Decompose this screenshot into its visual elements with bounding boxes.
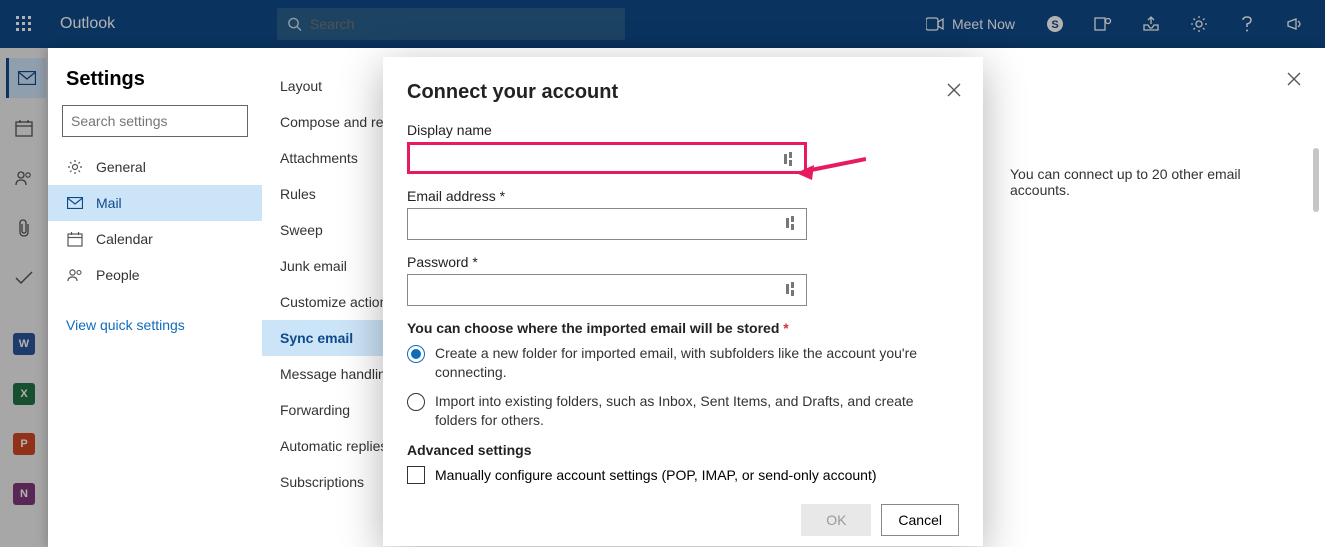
advanced-section-label: Advanced settings bbox=[407, 442, 959, 458]
autofill-icon[interactable] bbox=[786, 282, 798, 296]
view-quick-settings-link[interactable]: View quick settings bbox=[48, 303, 203, 347]
settings-close-button[interactable] bbox=[1287, 72, 1301, 86]
settings-scrollbar-thumb[interactable] bbox=[1313, 148, 1319, 212]
display-name-label: Display name bbox=[407, 122, 959, 138]
checkbox-manual-config[interactable]: Manually configure account settings (POP… bbox=[407, 466, 959, 484]
password-label: Password * bbox=[407, 254, 959, 270]
cancel-button[interactable]: Cancel bbox=[881, 504, 959, 536]
radio-icon bbox=[407, 393, 425, 411]
radio-create-new-folder[interactable]: Create a new folder for imported email, … bbox=[407, 344, 959, 382]
settings-cat-label: Calendar bbox=[96, 231, 153, 247]
settings-search-input[interactable] bbox=[71, 113, 252, 129]
close-icon bbox=[1287, 72, 1301, 86]
settings-categories-column: Settings General Mail Calendar People Vi… bbox=[48, 48, 262, 547]
calendar-icon bbox=[67, 231, 83, 247]
settings-cat-people[interactable]: People bbox=[48, 257, 262, 293]
connect-account-dialog: Connect your account Display name Email … bbox=[383, 57, 983, 546]
settings-cat-general[interactable]: General bbox=[48, 149, 262, 185]
email-input[interactable] bbox=[414, 216, 800, 232]
ok-button[interactable]: OK bbox=[801, 504, 871, 536]
radio-label: Create a new folder for imported email, … bbox=[435, 344, 959, 382]
settings-cat-label: People bbox=[96, 267, 140, 283]
settings-title: Settings bbox=[48, 68, 262, 105]
annotation-arrow bbox=[796, 153, 866, 183]
password-field-wrapper bbox=[407, 274, 807, 306]
display-name-input[interactable] bbox=[416, 150, 798, 166]
settings-search[interactable] bbox=[62, 105, 248, 137]
checkbox-icon bbox=[407, 466, 425, 484]
email-label: Email address * bbox=[407, 188, 959, 204]
radio-label: Import into existing folders, such as In… bbox=[435, 392, 959, 430]
settings-cat-mail[interactable]: Mail bbox=[48, 185, 262, 221]
radio-import-existing[interactable]: Import into existing folders, such as In… bbox=[407, 392, 959, 430]
storage-section-label: You can choose where the imported email … bbox=[407, 320, 959, 336]
mail-icon bbox=[67, 197, 83, 209]
required-asterisk: * bbox=[783, 320, 788, 336]
email-field-wrapper bbox=[407, 208, 807, 240]
autofill-icon[interactable] bbox=[786, 216, 798, 230]
gear-icon bbox=[67, 159, 83, 175]
close-icon bbox=[947, 83, 961, 97]
checkbox-label: Manually configure account settings (POP… bbox=[435, 467, 877, 483]
dialog-close-button[interactable] bbox=[947, 83, 961, 97]
dialog-button-row: OK Cancel bbox=[801, 504, 959, 536]
dialog-title: Connect your account bbox=[407, 81, 959, 104]
people-icon bbox=[67, 267, 83, 283]
storage-section-text: You can choose where the imported email … bbox=[407, 320, 779, 336]
password-input[interactable] bbox=[414, 282, 800, 298]
radio-icon bbox=[407, 345, 425, 363]
settings-cat-label: General bbox=[96, 159, 146, 175]
settings-cat-calendar[interactable]: Calendar bbox=[48, 221, 262, 257]
settings-cat-label: Mail bbox=[96, 195, 122, 211]
autofill-icon[interactable] bbox=[784, 152, 796, 166]
display-name-field-wrapper bbox=[407, 142, 807, 174]
sync-email-description: You can connect up to 20 other email acc… bbox=[1010, 166, 1297, 198]
